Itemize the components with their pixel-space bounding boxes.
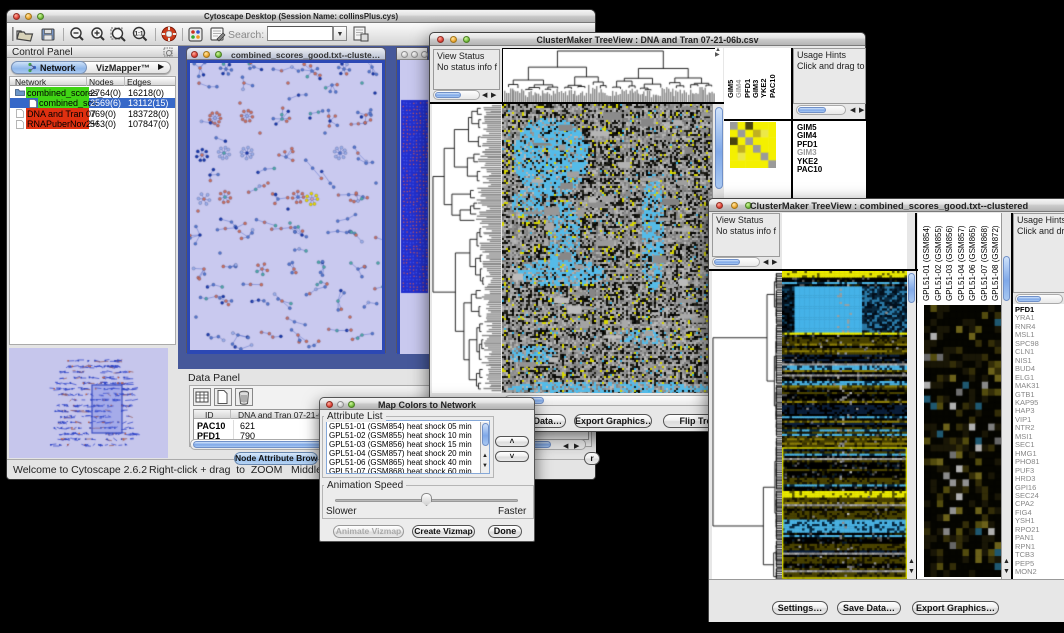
svg-text:1:1: 1:1 bbox=[135, 31, 144, 37]
